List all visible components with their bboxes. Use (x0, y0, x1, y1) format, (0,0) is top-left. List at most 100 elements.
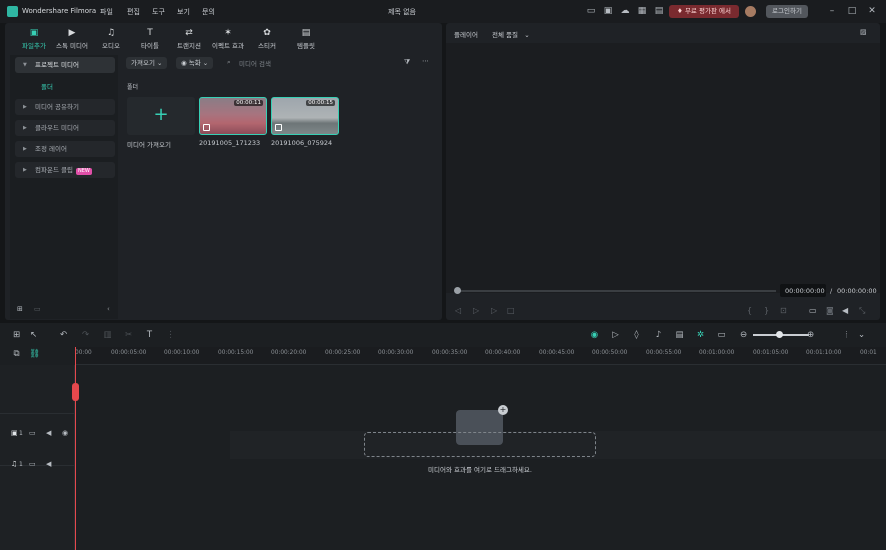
sidebar-item-project-media[interactable]: ▼ 프로젝트 미디어 (15, 57, 115, 73)
save-icon[interactable]: ▣ (603, 6, 613, 16)
previous-frame-icon[interactable]: ◁ (455, 306, 461, 315)
chevron-right-icon: ▶ (23, 104, 27, 110)
redo-icon[interactable]: ↷ (80, 330, 91, 341)
cut-icon[interactable]: ✂ (123, 330, 134, 341)
select-tool-icon[interactable]: ↖ (28, 330, 39, 341)
folder-icon[interactable]: ▭ (34, 305, 41, 313)
video-track-number: 1 (19, 430, 23, 437)
stop-icon[interactable]: □ (507, 306, 515, 315)
add-track-icon[interactable]: ⧉ (11, 349, 22, 360)
link-icon[interactable]: ⛓ (29, 349, 40, 360)
scrub-handle[interactable] (454, 287, 461, 294)
fullscreen-icon[interactable]: ⤡ (859, 306, 865, 316)
layout-icon[interactable]: ⊞ (11, 330, 22, 341)
render-icon[interactable]: ◉ (589, 330, 600, 341)
media-search-input[interactable]: 미디어 검색 (239, 58, 271, 68)
chevron-down-icon[interactable]: ⌄ (856, 330, 867, 341)
grid-icon[interactable]: ▦ (637, 6, 647, 16)
new-folder-icon[interactable]: ⊞ (17, 305, 23, 313)
plus-icon: + (498, 405, 508, 415)
zoom-in-icon[interactable]: ⊕ (805, 330, 816, 341)
collapse-icon[interactable]: ‹ (107, 305, 110, 313)
display-icon[interactable]: ▭ (809, 306, 817, 315)
shield-icon[interactable]: ◊ (631, 330, 642, 341)
microphone-icon[interactable]: ♪ (653, 330, 664, 341)
sidebar-item-adjustment-layer[interactable]: ▶ 조정 레이어 (15, 141, 115, 157)
scrub-bar[interactable] (456, 290, 776, 292)
menu-edit[interactable]: 편집 (127, 7, 140, 17)
app-name: Wondershare Filmora (22, 7, 97, 15)
tab-effects[interactable]: ✶ 이펙트 효과 (209, 28, 247, 50)
quality-dropdown[interactable]: 전체 품질 ⌄ (492, 29, 530, 39)
play-icon[interactable]: ▷ (491, 306, 497, 315)
ai-icon[interactable]: ✲ (695, 330, 706, 341)
snapshot-icon[interactable]: ▨ (860, 28, 867, 36)
sidebar-item-folder[interactable]: 폴더 (41, 81, 53, 91)
zoom-out-icon[interactable]: ⊖ (738, 330, 749, 341)
voiceover-icon[interactable]: ▤ (674, 330, 685, 341)
login-button[interactable]: 로그인하기 (766, 5, 808, 18)
filter-icon[interactable]: ⧩ (404, 58, 410, 67)
volume-icon[interactable]: ◀ (46, 460, 51, 468)
columns-icon[interactable]: ⦙ (841, 330, 852, 341)
screen-icon[interactable]: ▭ (586, 6, 596, 16)
cloud-icon[interactable]: ☁ (620, 6, 630, 16)
import-dropdown[interactable]: 가져오기 ⌄ (126, 57, 168, 69)
tab-import[interactable]: ▣ 파일추가 (15, 28, 53, 50)
tab-titles[interactable]: T 타이틀 (131, 28, 169, 50)
play-circle-icon[interactable]: ▷ (610, 330, 621, 341)
subtitle-icon[interactable]: ▭ (716, 330, 727, 341)
ruler-tick: 00:00:40:00 (485, 350, 521, 356)
notification-icon[interactable]: ▤ (654, 6, 664, 16)
minimize-icon[interactable]: – (827, 6, 837, 16)
drop-hint: 미디어와 효과를 여기로 드래그하세요. (428, 466, 532, 474)
tab-stickers[interactable]: ✿ 스티커 (248, 28, 286, 50)
tab-audio[interactable]: ♫ 오디오 (92, 28, 130, 50)
sidebar-item-cloud-media[interactable]: ▶ 클라우드 미디어 (15, 120, 115, 136)
delete-icon[interactable]: ▥ (102, 330, 113, 341)
avatar[interactable] (745, 6, 756, 17)
text-icon[interactable]: T (144, 330, 155, 341)
camera-icon[interactable]: ◙ (826, 306, 834, 315)
tab-templates[interactable]: ▤ 템플릿 (287, 28, 325, 50)
playhead[interactable] (75, 347, 76, 550)
menu-view[interactable]: 보기 (177, 7, 190, 17)
clip-thumbnail[interactable]: 00:00:11 (199, 97, 267, 135)
snap-icon[interactable]: ⊡ (780, 306, 787, 315)
zoom-handle[interactable] (776, 331, 783, 338)
close-icon[interactable]: ✕ (867, 6, 877, 16)
import-media-tile[interactable]: + (127, 97, 195, 135)
menu-file[interactable]: 파일 (100, 7, 113, 17)
playhead-handle[interactable] (72, 383, 79, 401)
mark-out-icon[interactable]: } (764, 306, 769, 315)
sidebar-item-compound-clip[interactable]: ▶ 컴파운드 클립 NEW (15, 162, 115, 178)
volume-icon[interactable]: ◀ (46, 429, 51, 437)
ruler-tick: 00:01 (860, 350, 877, 356)
tab-stock-media[interactable]: ▶ 스톡 미디어 (53, 28, 91, 50)
maximize-icon[interactable]: □ (847, 6, 857, 16)
more-icon[interactable]: ⋯ (422, 57, 429, 65)
time-ruler[interactable]: 00:00 00:00:05:00 00:00:10:00 00:00:15:0… (75, 347, 886, 365)
record-dropdown[interactable]: ◉ 녹화 ⌄ (176, 57, 214, 69)
clip-name: 20191006_075924 (271, 139, 333, 147)
undo-icon[interactable]: ↶ (58, 330, 69, 341)
import-media-label: 미디어 가져오기 (127, 141, 171, 149)
sidebar-item-share-media[interactable]: ▶ 미디어 공유하기 (15, 99, 115, 115)
sticker-icon: ✿ (263, 28, 271, 38)
folder-icon[interactable]: ▭ (29, 429, 36, 437)
mark-in-icon[interactable]: { (747, 306, 752, 315)
title-bar: Wondershare Filmora 파일 편집 도구 보기 문의 제목 없음… (0, 0, 886, 23)
folder-icon[interactable]: ▭ (29, 460, 36, 468)
tab-transitions[interactable]: ⇄ 트랜지션 (170, 28, 208, 50)
menu-help[interactable]: 문의 (202, 7, 215, 17)
stock-media-icon: ▶ (68, 28, 76, 38)
promo-button[interactable]: ♦ 무료 평가판 에서 (669, 5, 739, 18)
eye-icon[interactable]: ◉ (62, 429, 68, 437)
step-back-icon[interactable]: ▷ (473, 306, 479, 315)
volume-icon[interactable]: ◀ (842, 306, 848, 315)
menu-tools[interactable]: 도구 (152, 7, 165, 17)
adjust-icon[interactable]: ⋮ (165, 330, 176, 341)
ruler-tick: 00:00:30:00 (378, 350, 414, 356)
drop-zone[interactable] (364, 432, 596, 457)
clip-thumbnail[interactable]: 00:00:15 (271, 97, 339, 135)
